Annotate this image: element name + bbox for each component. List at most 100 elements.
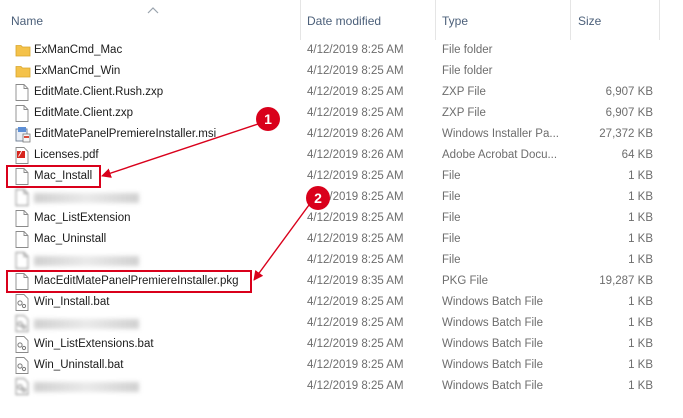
sort-ascending-icon (147, 7, 159, 14)
file-date-modified: 4/12/2019 8:25 AM (307, 359, 404, 371)
file-row[interactable]: Licenses.pdf 4/12/2019 8:26 AM Adobe Acrob… (0, 145, 683, 166)
batch-file-icon (15, 315, 29, 332)
file-icon (15, 105, 29, 122)
file-name[interactable]: Licenses.pdf (34, 145, 99, 166)
file-type: Windows Batch File (442, 359, 543, 371)
batch-file-icon (15, 294, 29, 311)
file-size: 1 KB (628, 170, 653, 182)
file-date-modified: 4/12/2019 8:26 AM (307, 128, 404, 140)
file-name[interactable]: ExManCmd_Win (34, 61, 120, 82)
file-name[interactable]: ExManCmd_Mac (34, 40, 122, 61)
column-divider[interactable] (435, 0, 436, 40)
file-size: 1 KB (628, 212, 653, 224)
file-row[interactable]: Mac_Uninstall 4/12/2019 8:25 AM File 1 KB (0, 229, 683, 250)
file-row[interactable]: 4/12/2019 8:25 AM File 1 KB (0, 187, 683, 208)
file-row[interactable]: EditMate.Client.Rush.zxp 4/12/2019 8:25 A… (0, 82, 683, 103)
file-type: Windows Batch File (442, 296, 543, 308)
batch-file-icon (15, 378, 29, 395)
file-name[interactable]: Win_Install.bat (34, 292, 109, 313)
file-row[interactable]: EditMate.Client.zxp 4/12/2019 8:25 AM ZXP … (0, 103, 683, 124)
file-size: 1 KB (628, 191, 653, 203)
file-size: 1 KB (628, 254, 653, 266)
file-date-modified: 4/12/2019 8:25 AM (307, 170, 404, 182)
file-icon (15, 84, 29, 101)
file-icon (15, 189, 29, 206)
file-size: 1 KB (628, 317, 653, 329)
file-type: ZXP File (442, 107, 486, 119)
installer-icon (15, 126, 31, 143)
file-row[interactable]: 4/12/2019 8:25 AM File 1 KB (0, 250, 683, 271)
column-header-type[interactable]: Type (442, 0, 468, 40)
file-name-redacted[interactable] (34, 256, 139, 266)
file-date-modified: 4/12/2019 8:25 AM (307, 86, 404, 98)
file-type: Adobe Acrobat Docu... (442, 149, 558, 161)
column-divider[interactable] (659, 0, 660, 40)
file-name[interactable]: Win_ListExtensions.bat (34, 334, 154, 355)
file-date-modified: 4/12/2019 8:35 AM (307, 275, 404, 287)
file-row[interactable]: 4/12/2019 8:25 AM Windows Batch File 1 KB (0, 313, 683, 334)
folder-icon (15, 63, 31, 80)
file-name[interactable]: EditMate.Client.Rush.zxp (34, 82, 163, 103)
file-name[interactable]: Mac_Uninstall (34, 229, 106, 250)
file-type: File (442, 191, 461, 203)
annotation-highlight-box (6, 165, 101, 188)
file-row[interactable]: EditMatePanelPremiereInstaller.msi 4/12/2… (0, 124, 683, 145)
file-row[interactable]: 4/12/2019 8:25 AM Windows Batch File 1 KB (0, 376, 683, 397)
file-size: 1 KB (628, 296, 653, 308)
file-size: 6,907 KB (605, 107, 653, 119)
column-header-bar: Name Date modified Type Size (0, 0, 683, 40)
file-size: 1 KB (628, 359, 653, 371)
file-row[interactable]: Mac_ListExtension 4/12/2019 8:25 AM File 1 … (0, 208, 683, 229)
column-divider[interactable] (570, 0, 571, 40)
file-size: 1 KB (628, 380, 653, 392)
file-type: File (442, 212, 461, 224)
folder-icon (15, 42, 31, 59)
file-type: Windows Installer Pa... (442, 128, 559, 140)
file-icon (15, 231, 29, 248)
file-row[interactable]: Win_Install.bat 4/12/2019 8:25 AM Windows … (0, 292, 683, 313)
file-type: File (442, 170, 461, 182)
file-date-modified: 4/12/2019 8:25 AM (307, 380, 404, 392)
file-type: Windows Batch File (442, 380, 543, 392)
annotation-callout-1: 1 (256, 107, 280, 131)
file-name[interactable]: EditMatePanelPremiereInstaller.msi (34, 124, 216, 145)
file-row[interactable]: ExManCmd_Mac 4/12/2019 8:25 AM File folder (0, 40, 683, 61)
file-row[interactable]: Win_ListExtensions.bat 4/12/2019 8:25 AM W… (0, 334, 683, 355)
annotation-highlight-box (6, 270, 252, 293)
file-size: 19,287 KB (599, 275, 653, 287)
file-type: Windows Batch File (442, 317, 543, 329)
file-type: Windows Batch File (442, 338, 543, 350)
file-name-redacted[interactable] (34, 319, 139, 329)
file-date-modified: 4/12/2019 8:25 AM (307, 65, 404, 77)
file-date-modified: 4/12/2019 8:25 AM (307, 338, 404, 350)
file-date-modified: 4/12/2019 8:25 AM (307, 107, 404, 119)
file-date-modified: 4/12/2019 8:25 AM (307, 233, 404, 245)
column-divider[interactable] (300, 0, 301, 40)
file-date-modified: 4/12/2019 8:25 AM (307, 254, 404, 266)
file-name-redacted[interactable] (34, 193, 139, 203)
file-row[interactable]: ExManCmd_Win 4/12/2019 8:25 AM File folder (0, 61, 683, 82)
file-type: File folder (442, 44, 493, 56)
file-date-modified: 4/12/2019 8:25 AM (307, 212, 404, 224)
file-name[interactable]: Mac_ListExtension (34, 208, 131, 229)
column-header-name[interactable]: Name (11, 0, 43, 40)
file-date-modified: 4/12/2019 8:25 AM (307, 296, 404, 308)
file-name[interactable]: EditMate.Client.zxp (34, 103, 133, 124)
file-name-redacted[interactable] (34, 382, 139, 392)
batch-file-icon (15, 357, 29, 374)
file-date-modified: 4/12/2019 8:25 AM (307, 44, 404, 56)
file-type: PKG File (442, 275, 489, 287)
column-header-date-modified[interactable]: Date modified (307, 0, 381, 40)
batch-file-icon (15, 336, 29, 353)
file-size: 1 KB (628, 338, 653, 350)
file-row[interactable]: Mac_Install 4/12/2019 8:25 AM File 1 KB (0, 166, 683, 187)
file-size: 1 KB (628, 233, 653, 245)
file-size: 27,372 KB (599, 128, 653, 140)
file-name[interactable]: Win_Uninstall.bat (34, 355, 123, 376)
file-type: File (442, 254, 461, 266)
file-type: File (442, 233, 461, 245)
file-size: 64 KB (621, 149, 653, 161)
column-header-size[interactable]: Size (578, 0, 601, 40)
file-row[interactable]: Win_Uninstall.bat 4/12/2019 8:25 AM Window… (0, 355, 683, 376)
file-type: File folder (442, 65, 493, 77)
